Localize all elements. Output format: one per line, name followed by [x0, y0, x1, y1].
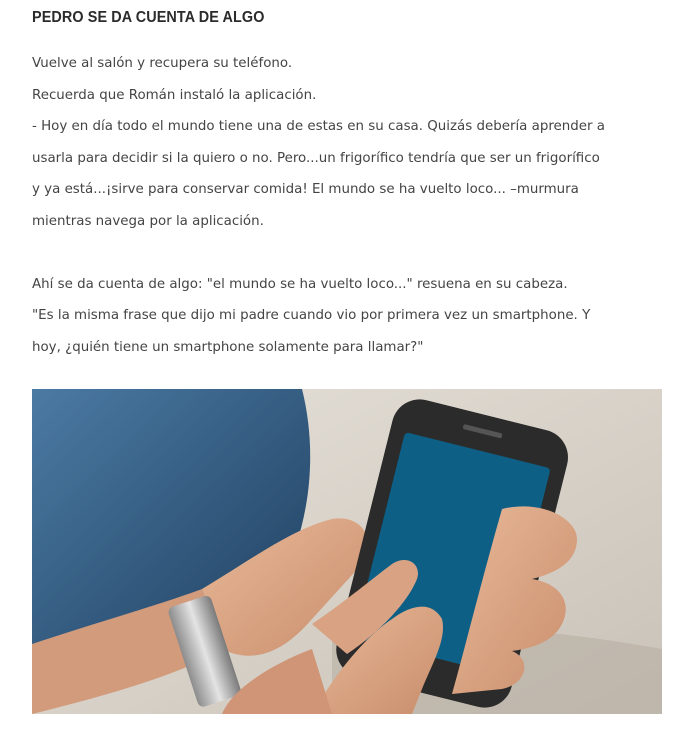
paragraph-line: Vuelve al salón y recupera su teléfono. — [32, 56, 293, 71]
paragraph-line: Recuerda que Román instaló la aplicación… — [32, 87, 317, 103]
article: PEDRO SE DA CUENTA DE ALGO Vuelve al sal… — [0, 0, 696, 731]
paragraph-line: usarla para decidir si la quiero o no. P… — [32, 150, 600, 166]
paragraph-line: mientras navega por la aplicación. — [32, 213, 264, 229]
article-body: Vuelve al salón y recupera su teléfono. … — [32, 48, 672, 363]
paragraph-line: hoy, ¿quién tiene un smartphone solament… — [32, 339, 424, 355]
paragraph-line: y ya está...¡sirve para conservar comida… — [32, 182, 579, 197]
paragraph-line: Ahí se da cuenta de algo: "el mundo se h… — [32, 276, 568, 292]
article-heading: PEDRO SE DA CUENTA DE ALGO — [32, 9, 265, 26]
smartphone-in-hands-photo — [32, 389, 662, 714]
paragraph-line: - Hoy en día todo el mundo tiene una de … — [32, 119, 605, 134]
paragraph-line: "Es la misma frase que dijo mi padre cua… — [32, 308, 591, 323]
